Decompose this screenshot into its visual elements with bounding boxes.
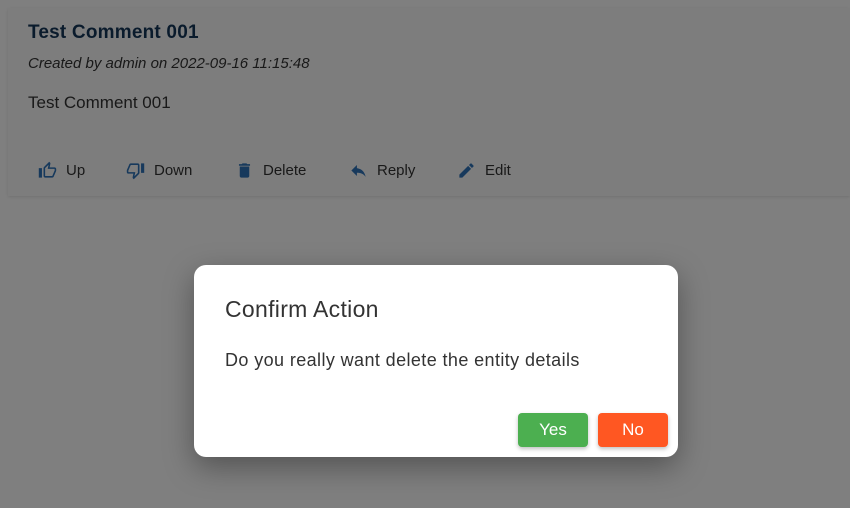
dialog-message: Do you really want delete the entity det…: [225, 350, 580, 370]
dialog-title: Confirm Action: [225, 296, 379, 322]
no-button[interactable]: No: [598, 413, 668, 447]
confirm-dialog: Confirm Action Do you really want delete…: [194, 265, 678, 457]
yes-button[interactable]: Yes: [518, 413, 588, 447]
